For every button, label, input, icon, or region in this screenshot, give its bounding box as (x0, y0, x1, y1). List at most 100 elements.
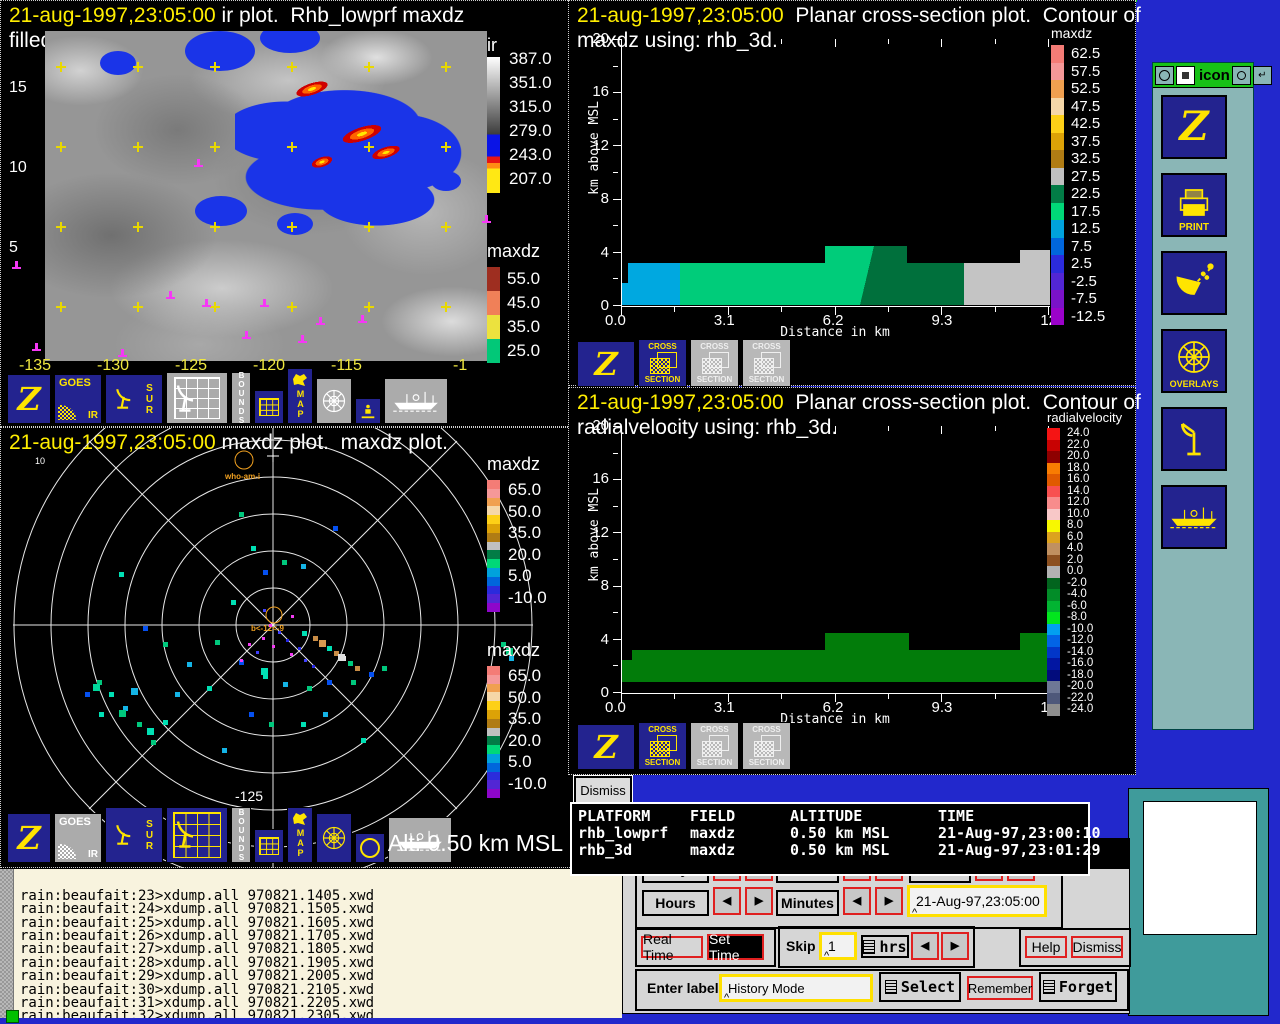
skip-units-button[interactable]: hrs (861, 935, 909, 958)
ship-icon[interactable] (1161, 485, 1227, 549)
satellite-ir-image[interactable] (45, 31, 487, 361)
skip-forward-button[interactable]: ▶ (941, 932, 969, 960)
field-cell: maxdz (690, 842, 790, 859)
help-button[interactable]: Help (1025, 936, 1067, 958)
satellite-dish-icon[interactable] (1161, 251, 1227, 315)
ship-icon[interactable] (384, 378, 448, 424)
select-button[interactable]: Select (879, 972, 961, 1002)
colorbar-entry: -24.0 (1047, 704, 1122, 716)
cross-section-button[interactable]: CROSS SECTION (690, 722, 739, 770)
range-ring-icon[interactable] (355, 833, 385, 863)
y-axis-title: km above MSL (587, 101, 602, 195)
y-axis-title: km above MSL (587, 488, 602, 582)
set-time-button[interactable]: Set Time (707, 934, 764, 960)
ship-glyph (1168, 502, 1220, 532)
radar-dish-icon (173, 381, 203, 415)
real-time-button[interactable]: Real Time (641, 936, 703, 958)
ir-plot-window: 21-aug-1997,23:05:00 ir plot. Rhb_lowprf… (0, 0, 578, 427)
remember-button[interactable]: Remember (967, 976, 1033, 1000)
cross-section-button-active[interactable]: CROSS SECTION (638, 339, 687, 387)
colorbar-entry: 37.5 (1051, 133, 1105, 151)
time-input[interactable]: 21-Aug-97,23:05:00^ (907, 885, 1047, 917)
background-window (1128, 788, 1269, 1016)
minutes-decrement-button[interactable]: ◀ (843, 887, 871, 915)
map-glyph (292, 812, 308, 826)
bounds-icon[interactable]: BOUNDS (231, 372, 251, 424)
grid-survey-icon[interactable] (166, 807, 228, 863)
bounds-icon[interactable]: BOUNDS (231, 807, 251, 863)
colorbar-entry: -12.5 (1051, 308, 1105, 326)
zebra-logo-icon[interactable]: Z (7, 813, 51, 863)
colorbar-value: 351.0 (509, 73, 552, 93)
skip-input[interactable]: 1^ (819, 932, 857, 960)
profiler-antenna-icon[interactable] (1161, 407, 1227, 471)
colorbar-entry: 47.5 (1051, 98, 1105, 116)
zebra-logo-icon[interactable]: Z (577, 341, 635, 387)
colorbar-entry: 6.0 (1047, 532, 1122, 544)
label-input[interactable]: History Mode^ (719, 974, 873, 1002)
goes-ir-icon[interactable]: GOES IR (54, 374, 102, 424)
window-menu-button[interactable] (1155, 66, 1174, 85)
hours-button[interactable]: Hours (642, 890, 709, 916)
icon-window-title: icon (1197, 67, 1230, 84)
dismiss-button[interactable]: Dismiss (574, 776, 632, 804)
sur-radar-icon[interactable]: SUR (105, 374, 163, 424)
cube-icon (650, 735, 676, 757)
colorbar-entry: -4.0 (1047, 589, 1122, 601)
zebra-logo-icon[interactable]: Z (1161, 95, 1227, 159)
x-ticks-top (621, 426, 1049, 434)
colorbar-entry: 27.5 (1051, 168, 1105, 186)
cross-section-button-active[interactable]: CROSS SECTION (638, 722, 687, 770)
cross-section-button[interactable]: CROSS SECTION (742, 339, 791, 387)
hours-decrement-button[interactable]: ◀ (713, 887, 741, 915)
y-tick-label: 5 (9, 239, 18, 257)
terminal-scrollbar[interactable] (0, 869, 14, 1018)
map-icon[interactable]: MAP (287, 368, 313, 424)
colorbar-values: 65.050.035.020.05.0-10.0 (508, 666, 547, 794)
minutes-increment-button[interactable]: ▶ (875, 887, 903, 915)
hours-increment-button[interactable]: ▶ (745, 887, 773, 915)
window-iconify-button[interactable] (1176, 66, 1195, 85)
goes-ir-icon[interactable]: GOES IR (54, 813, 102, 863)
window-close-button[interactable]: ↵ (1253, 66, 1272, 85)
forget-button[interactable]: Forget (1039, 972, 1117, 1002)
dismiss-button[interactable]: Dismiss (1071, 936, 1123, 958)
maxdz-colorbar: maxdz 55.045.035.025.0 (487, 241, 577, 363)
polar-overlay-icon[interactable] (316, 378, 352, 424)
workspace-indicator[interactable] (6, 1010, 19, 1023)
small-grid-icon[interactable] (254, 390, 284, 424)
buoy-icon[interactable] (355, 398, 381, 424)
overlays-icon[interactable]: OVERLAYS (1161, 329, 1227, 393)
platform-info-window: Dismiss PLATFORMFIELDALTITUDETIME rhb_lo… (570, 776, 1082, 868)
cube-icon (754, 352, 780, 374)
window-zoom-button[interactable] (1232, 66, 1251, 85)
cloud-patch (195, 196, 247, 226)
cross-section-button[interactable]: CROSS SECTION (690, 339, 739, 387)
small-grid-icon[interactable] (254, 829, 284, 863)
background-window-content (1143, 801, 1257, 935)
ir-toolbar: Z GOES IR SUR BOUNDS MAP (7, 368, 448, 424)
colorbar-entry: 10.0 (1047, 509, 1122, 521)
printer-glyph (1174, 188, 1214, 222)
xsection-toolbar: Z CROSS SECTION CROSS SECTION CROSS SECT… (577, 339, 791, 387)
table-row: rhb_3d maxdz 0.50 km MSL 21-Aug-97,23:01… (578, 842, 1082, 859)
terminal-window[interactable]: rain:beaufait:23>xdump.all 970821.1405.x… (0, 868, 622, 1018)
polar-overlay-icon[interactable] (316, 813, 352, 863)
xsection-plot-area[interactable] (621, 39, 1050, 307)
xsection-plot-area[interactable] (621, 426, 1050, 694)
column-header: TIME (938, 808, 1082, 825)
colorbar-entry: -16.0 (1047, 658, 1122, 670)
grid-survey-icon[interactable] (166, 372, 228, 424)
print-icon[interactable]: PRINT (1161, 173, 1227, 237)
colorbar-value: 207.0 (509, 169, 552, 189)
icon-window-titlebar[interactable]: icon ↵ (1153, 63, 1253, 88)
cross-section-button[interactable]: CROSS SECTION (742, 722, 791, 770)
ppi-toolbar: Z GOES IR SUR BOUNDS MAP (7, 807, 452, 863)
sur-radar-icon[interactable]: SUR (105, 807, 163, 863)
colorbar-values: 65.050.035.020.05.0-10.0 (508, 480, 547, 608)
zebra-logo-icon[interactable]: Z (577, 724, 635, 770)
map-icon[interactable]: MAP (287, 807, 313, 863)
skip-back-button[interactable]: ◀ (911, 932, 939, 960)
minutes-button[interactable]: Minutes (776, 890, 839, 916)
zebra-logo-icon[interactable]: Z (7, 374, 51, 424)
